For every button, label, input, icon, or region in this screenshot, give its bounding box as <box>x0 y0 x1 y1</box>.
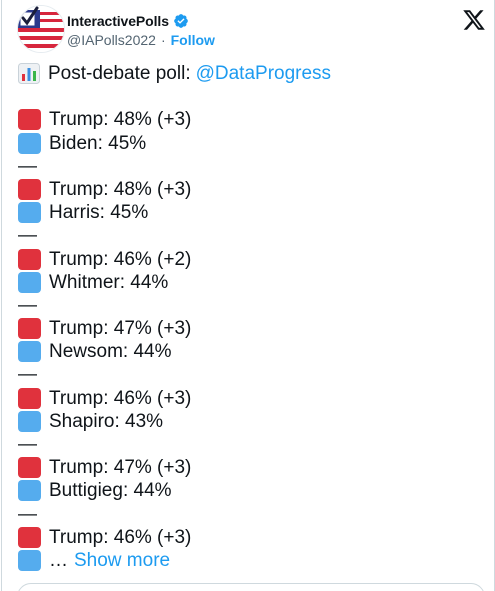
dash-separator: — <box>18 434 37 455</box>
matchup-opponent-line: Shapiro: 43% <box>18 410 483 433</box>
intro-line: Post-debate poll: @DataProgress <box>18 62 483 85</box>
opponent-result: Biden: 45% <box>49 132 147 154</box>
matchup-trump-line: Trump: 48% (+3) <box>18 108 483 131</box>
check-flag-avatar-icon <box>18 6 64 52</box>
blue-square-icon <box>18 271 41 293</box>
red-square-icon <box>18 109 41 131</box>
trump-result: Trump: 47% (+3) <box>49 318 192 340</box>
matchup-trump-line: Trump: 46% (+3) <box>18 387 483 410</box>
name-row: InteractivePolls <box>67 12 189 30</box>
matchup-list: Trump: 48% (+3) Biden: 45% — Trump: 48% (+3… <box>18 108 483 525</box>
blue-square-icon <box>18 202 41 224</box>
blue-square-icon <box>18 341 41 363</box>
opponent-result: Harris: 45% <box>49 202 149 224</box>
opponent-result: Newsom: 44% <box>49 341 172 363</box>
avatar[interactable] <box>17 5 65 53</box>
matchup-trump-line: Trump: 47% (+3) <box>18 317 483 340</box>
dash-separator: — <box>18 294 37 316</box>
matchup-opponent-line: Newsom: 44% <box>18 340 483 363</box>
opponent-result: Shapiro: 43% <box>49 410 164 432</box>
matchup-opponent-line: Buttigieg: 44% <box>18 479 483 502</box>
red-square-icon <box>18 248 41 270</box>
show-more-link[interactable]: Show more <box>74 549 170 572</box>
red-square-icon <box>18 526 41 548</box>
matchup-trump-line: Trump: 47% (+3) <box>18 456 483 479</box>
account-handle[interactable]: @IAPolls2022 <box>67 32 156 48</box>
trump-result: Trump: 47% (+3) <box>49 457 192 479</box>
dash-separator: — <box>18 155 37 177</box>
dash-separator: — <box>18 364 37 386</box>
red-square-icon <box>18 179 41 201</box>
tweet-card: InteractivePolls @IAPolls2022 · Follow P… <box>1 0 495 591</box>
handle-row: @IAPolls2022 · Follow <box>67 31 215 49</box>
matchup-opponent-line: Biden: 45% <box>18 132 483 155</box>
opponent-result: Whitmer: 44% <box>49 271 169 293</box>
trump-result: Trump: 46% (+2) <box>49 248 192 270</box>
matchup-trump-line: Trump: 48% (+3) <box>18 178 483 201</box>
dash-separator: — <box>18 225 37 247</box>
truncated-line: … Show more <box>18 549 483 572</box>
trump-result: Trump: 46% (+3) <box>49 526 192 548</box>
red-square-icon <box>18 457 41 479</box>
matchup-trump-line: Trump: 46% (+3) <box>18 526 483 549</box>
blue-square-icon <box>18 410 41 432</box>
trump-result: Trump: 46% (+3) <box>49 387 192 409</box>
separator-dot: · <box>160 32 166 48</box>
blue-square-icon <box>18 550 41 572</box>
tweet-text: Post-debate poll: @DataProgress Trump: 4… <box>18 62 483 572</box>
red-square-icon <box>18 318 41 340</box>
trump-result: Trump: 48% (+3) <box>49 178 192 200</box>
ellipsis: … <box>49 549 68 571</box>
display-name[interactable]: InteractivePolls <box>67 13 169 29</box>
matchup-opponent-line: Harris: 45% <box>18 201 483 224</box>
matchup-trump-line: Trump: 46% (+2) <box>18 248 483 271</box>
trump-result: Trump: 48% (+3) <box>49 109 192 131</box>
red-square-icon <box>18 387 41 409</box>
blue-square-icon <box>18 480 41 502</box>
blue-square-icon <box>18 132 41 154</box>
quote-card-preview[interactable] <box>17 583 485 591</box>
intro-text: Post-debate poll: <box>48 63 191 84</box>
follow-button[interactable]: Follow <box>171 32 215 48</box>
x-logo-icon[interactable] <box>462 8 486 32</box>
opponent-result: Buttigieg: 44% <box>49 480 172 502</box>
mention-link[interactable]: @DataProgress <box>196 62 331 85</box>
verified-badge-icon <box>173 13 189 29</box>
bar-chart-icon <box>18 63 40 85</box>
dash-separator: — <box>18 503 37 525</box>
matchup-opponent-line: Whitmer: 44% <box>18 271 483 294</box>
